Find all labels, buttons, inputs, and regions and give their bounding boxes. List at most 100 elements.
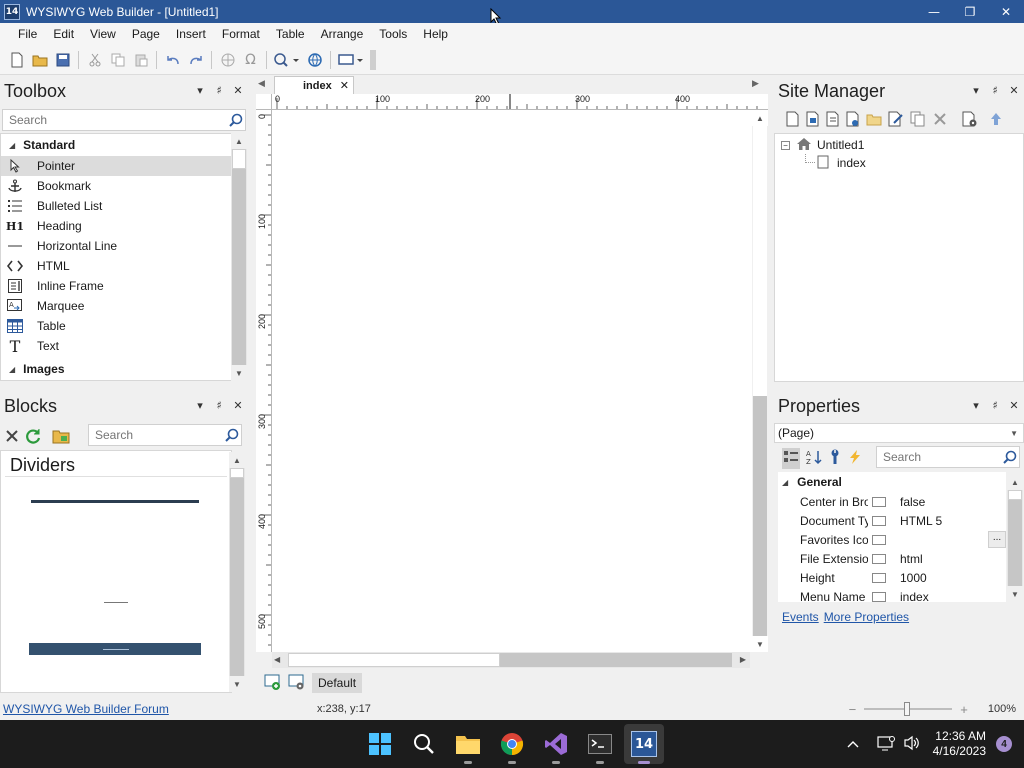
- properties-search-input[interactable]: [877, 450, 1001, 464]
- scroll-up-arrow[interactable]: ▲: [752, 110, 768, 126]
- divider-block-2[interactable]: [104, 602, 128, 603]
- search-icon[interactable]: [408, 728, 440, 760]
- open-folder-icon[interactable]: [52, 428, 70, 447]
- scroll-down-arrow[interactable]: ▼: [229, 676, 245, 692]
- delete-page-icon[interactable]: [932, 111, 948, 130]
- tree-item-index[interactable]: index: [817, 154, 866, 172]
- page-link-icon[interactable]: [846, 111, 860, 130]
- tree-root-untitled1[interactable]: − Untitled1: [781, 136, 864, 154]
- chevron-down-icon[interactable]: ▼: [1010, 429, 1018, 438]
- tool-marquee[interactable]: A Marquee: [1, 296, 231, 316]
- property-checkbox[interactable]: [872, 534, 886, 545]
- paste-icon[interactable]: [130, 49, 151, 71]
- visual-studio-icon[interactable]: [540, 728, 572, 764]
- tool-horizontal-line[interactable]: Horizontal Line: [1, 236, 231, 256]
- scroll-thumb[interactable]: [232, 149, 246, 169]
- scroll-up-arrow[interactable]: ▲: [231, 133, 247, 149]
- new-page-icon[interactable]: [786, 111, 800, 130]
- show-hidden-icons-chevron-up-icon[interactable]: [847, 737, 859, 751]
- terminal-icon[interactable]: [584, 728, 616, 764]
- property-row[interactable]: Favorites Icon ...: [778, 530, 1006, 549]
- panel-pin-icon[interactable]: ♯: [989, 398, 1001, 412]
- toolbox-group-images[interactable]: ◢ Images: [1, 358, 231, 380]
- scroll-down-arrow[interactable]: ▼: [752, 636, 768, 652]
- tab-close-icon[interactable]: ✕: [340, 79, 349, 92]
- menu-insert[interactable]: Insert: [168, 27, 214, 41]
- sort-alphabetical-icon[interactable]: AZ: [806, 449, 822, 468]
- wysiwyg-web-builder-icon[interactable]: 14: [624, 724, 664, 764]
- tool-inline-frame[interactable]: Inline Frame: [1, 276, 231, 296]
- menu-tools[interactable]: Tools: [371, 27, 415, 41]
- categorized-icon[interactable]: [782, 448, 800, 469]
- tool-bookmark[interactable]: Bookmark: [1, 176, 231, 196]
- copy-page-icon[interactable]: [910, 111, 926, 130]
- file-explorer-icon[interactable]: [452, 728, 484, 764]
- toolbox-search-input[interactable]: [3, 113, 227, 127]
- move-up-icon[interactable]: [990, 112, 1002, 129]
- chrome-icon[interactable]: [496, 728, 528, 764]
- panel-close-icon[interactable]: ✕: [1008, 83, 1020, 97]
- property-row[interactable]: File Extension html: [778, 549, 1006, 568]
- scroll-thumb[interactable]: [230, 468, 244, 478]
- properties-scrollbar[interactable]: ▲ ▼: [1007, 474, 1023, 602]
- save-icon[interactable]: [52, 49, 73, 71]
- property-group-general[interactable]: ◢ General: [778, 472, 842, 492]
- property-row[interactable]: Menu Name index: [778, 587, 1006, 603]
- volume-icon[interactable]: [903, 735, 921, 754]
- wrench-icon[interactable]: [828, 449, 842, 468]
- page-properties-icon[interactable]: [962, 111, 978, 130]
- toolbox-group-standard[interactable]: ◢ Standard: [1, 134, 231, 156]
- divider-block-1[interactable]: [31, 500, 199, 503]
- zoom-slider-thumb[interactable]: [904, 702, 911, 716]
- forum-link[interactable]: WYSIWYG Web Builder Forum: [3, 702, 169, 716]
- collapse-triangle-icon[interactable]: ◢: [782, 478, 788, 487]
- scroll-thumb[interactable]: [288, 653, 500, 667]
- network-icon[interactable]: [877, 735, 895, 754]
- tab-index[interactable]: index ✕: [274, 76, 354, 94]
- panel-close-icon[interactable]: ✕: [1008, 398, 1020, 412]
- open-folder-icon[interactable]: [866, 112, 882, 129]
- blocks-search-input[interactable]: [89, 428, 223, 442]
- page-settings-icon[interactable]: [288, 673, 306, 694]
- panel-pin-icon[interactable]: ♯: [989, 83, 1001, 97]
- special-character-icon[interactable]: Ω: [240, 49, 261, 71]
- system-clock[interactable]: 12:36 AM 4/16/2023: [933, 729, 986, 759]
- tool-table[interactable]: Table: [1, 316, 231, 336]
- tool-html[interactable]: HTML: [1, 256, 231, 276]
- scroll-down-arrow[interactable]: ▼: [231, 365, 247, 381]
- panel-menu-dropdown-icon[interactable]: ▾: [194, 83, 206, 97]
- zoom-slider[interactable]: [864, 702, 953, 716]
- toolbox-scrollbar[interactable]: ▲ ▼: [231, 133, 247, 381]
- scroll-up-arrow[interactable]: ▲: [229, 452, 245, 468]
- scroll-down-arrow[interactable]: ▼: [1007, 586, 1023, 602]
- property-checkbox[interactable]: [872, 553, 886, 564]
- scroll-up-arrow[interactable]: ▲: [1007, 474, 1023, 490]
- object-selector[interactable]: (Page) ▼: [774, 423, 1024, 443]
- tool-bulleted-list[interactable]: Bulleted List: [1, 196, 231, 216]
- copy-icon[interactable]: [107, 49, 128, 71]
- zoom-out-button[interactable]: −: [849, 702, 857, 717]
- panel-menu-dropdown-icon[interactable]: ▾: [970, 398, 982, 412]
- delete-icon[interactable]: [4, 428, 20, 447]
- menu-arrange[interactable]: Arrange: [313, 27, 372, 41]
- refresh-icon[interactable]: [24, 427, 42, 448]
- close-button[interactable]: ✕: [988, 0, 1024, 23]
- scroll-right-arrow[interactable]: ▶: [740, 655, 746, 664]
- menu-edit[interactable]: Edit: [45, 27, 82, 41]
- events-lightning-icon[interactable]: [848, 449, 862, 468]
- menu-help[interactable]: Help: [415, 27, 456, 41]
- menu-format[interactable]: Format: [214, 27, 268, 41]
- panel-close-icon[interactable]: ✕: [232, 83, 244, 97]
- canvas-vertical-scrollbar[interactable]: ▲ ▼: [752, 110, 768, 652]
- minimize-button[interactable]: —: [916, 0, 952, 23]
- rename-page-icon[interactable]: [888, 111, 904, 130]
- panel-pin-icon[interactable]: ♯: [213, 83, 225, 97]
- design-canvas[interactable]: [272, 110, 752, 652]
- property-checkbox[interactable]: [872, 591, 886, 602]
- collapse-triangle-icon[interactable]: ◢: [9, 365, 15, 374]
- property-row[interactable]: Document Ty... HTML 5: [778, 511, 1006, 530]
- tab-default[interactable]: Default: [312, 673, 363, 693]
- search-icon[interactable]: [1001, 448, 1019, 466]
- panel-pin-icon[interactable]: ♯: [213, 398, 225, 412]
- clone-page-icon[interactable]: [826, 111, 840, 130]
